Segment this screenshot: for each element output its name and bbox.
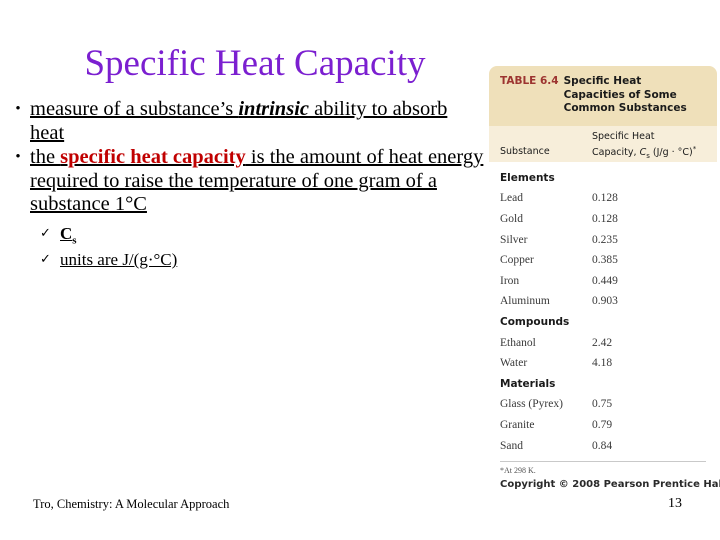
row-name: Iron [500, 274, 520, 287]
table-number-label: TABLE 6.4 [500, 75, 559, 87]
capacity-units: (J/g · °C) [649, 146, 693, 158]
sub-list-item: ✓ Cs [40, 224, 340, 250]
row-name: Sand [500, 439, 523, 452]
specific-heat-table-figure: TABLE 6.4 Specific Heat Capacities of So… [489, 66, 720, 490]
group-label-materials: Materials [500, 377, 556, 390]
row-value: 0.75 [592, 398, 613, 411]
table-group-row: Elements [500, 168, 706, 189]
page-number: 13 [668, 496, 682, 511]
table-row: Glass (Pyrex) 0.75 [500, 394, 706, 415]
capacity-line-1: Specific Heat [592, 130, 655, 142]
row-name: Glass (Pyrex) [500, 398, 563, 411]
capacity-footnote-mark: * [692, 144, 697, 153]
table-divider [500, 460, 706, 462]
list-item-text: measure of a substance’s intrinsic abili… [30, 98, 484, 145]
row-name: Gold [500, 212, 523, 225]
table-row: Water 4.18 [500, 353, 706, 374]
checkmark-icon: ✓ [40, 252, 51, 268]
list-item-text: the specific heat capacity is the amount… [30, 146, 484, 217]
table-row: Ethanol 2.42 [500, 332, 706, 353]
cs-symbol-letter: C [60, 224, 73, 243]
table-group-row: Materials [500, 373, 706, 394]
table-footnote: *At 298 K. [500, 465, 536, 475]
column-header-capacity: Specific Heat Capacity, Cs (J/g · °C)* [592, 131, 696, 162]
table-row: Lead 0.128 [500, 188, 706, 209]
sub-bullet-list: ✓ Cs ✓ units are J/(g·°C) [40, 224, 340, 269]
row-value: 0.128 [592, 212, 618, 225]
table-title: Specific Heat Capacities of Some Common … [563, 75, 687, 114]
group-label-compounds: Compounds [500, 315, 570, 328]
table-title-band: TABLE 6.4 Specific Heat Capacities of So… [489, 66, 717, 126]
group-label-elements: Elements [500, 171, 555, 184]
row-name: Lead [500, 192, 523, 205]
list-item: • measure of a substance’s intrinsic abi… [6, 98, 484, 145]
table-copyright: Copyright © 2008 Pearson Prentice Hall, … [500, 478, 720, 490]
row-value: 0.84 [592, 439, 613, 452]
bullet-2-pre: the [30, 146, 61, 168]
table-group-row: Compounds [500, 312, 706, 333]
slide-canvas: Specific Heat Capacity • measure of a su… [0, 0, 720, 540]
row-name: Copper [500, 254, 534, 267]
sub-list-item-text: Cs [60, 224, 340, 250]
capacity-line-2-pre: Capacity, [592, 146, 640, 158]
column-header-substance: Substance [500, 145, 550, 157]
row-name: Water [500, 357, 528, 370]
table-row: Gold 0.128 [500, 209, 706, 230]
footer-source-text: Tro, Chemistry: A Molecular Approach [33, 497, 230, 511]
table-row: Copper 0.385 [500, 250, 706, 271]
row-name: Aluminum [500, 295, 550, 308]
row-value: 2.42 [592, 336, 613, 349]
row-value: 0.235 [592, 233, 618, 246]
table-body: Elements Lead 0.128 Gold 0.128 Silver 0.… [489, 161, 717, 456]
bullet-1-pre: measure of a substance’s [30, 98, 239, 120]
row-value: 0.385 [592, 254, 618, 267]
table-row: Silver 0.235 [500, 229, 706, 250]
row-name: Ethanol [500, 336, 536, 349]
table-row: Aluminum 0.903 [500, 291, 706, 312]
page-title: Specific Heat Capacity [84, 43, 426, 84]
table-row: Iron 0.449 [500, 270, 706, 291]
row-value: 0.903 [592, 295, 618, 308]
cs-symbol: Cs [60, 224, 77, 247]
row-value: 0.79 [592, 418, 613, 431]
row-name: Silver [500, 233, 528, 246]
bullet-list: • measure of a substance’s intrinsic abi… [6, 98, 484, 218]
table-column-header-row: Substance Specific Heat Capacity, Cs (J/… [489, 125, 717, 162]
row-value: 0.449 [592, 274, 618, 287]
checkmark-icon: ✓ [40, 226, 51, 241]
list-item: • the specific heat capacity is the amou… [6, 146, 484, 217]
row-value: 4.18 [592, 357, 613, 370]
bullet-2-highlight: specific heat capacity [60, 146, 246, 168]
bullet-icon: • [15, 101, 21, 117]
table-row: Granite 0.79 [500, 415, 706, 436]
row-value: 0.128 [592, 192, 618, 205]
bullet-icon: • [15, 149, 21, 165]
table-row: Sand 0.84 [500, 435, 706, 456]
cs-symbol-subscript: s [72, 234, 77, 247]
row-name: Granite [500, 418, 535, 431]
bullet-1-emphasis: intrinsic [238, 98, 309, 120]
sub-list-item-text: units are J/(g·°C) [60, 250, 178, 270]
sub-list-item: ✓ units are J/(g·°C) [40, 250, 340, 269]
